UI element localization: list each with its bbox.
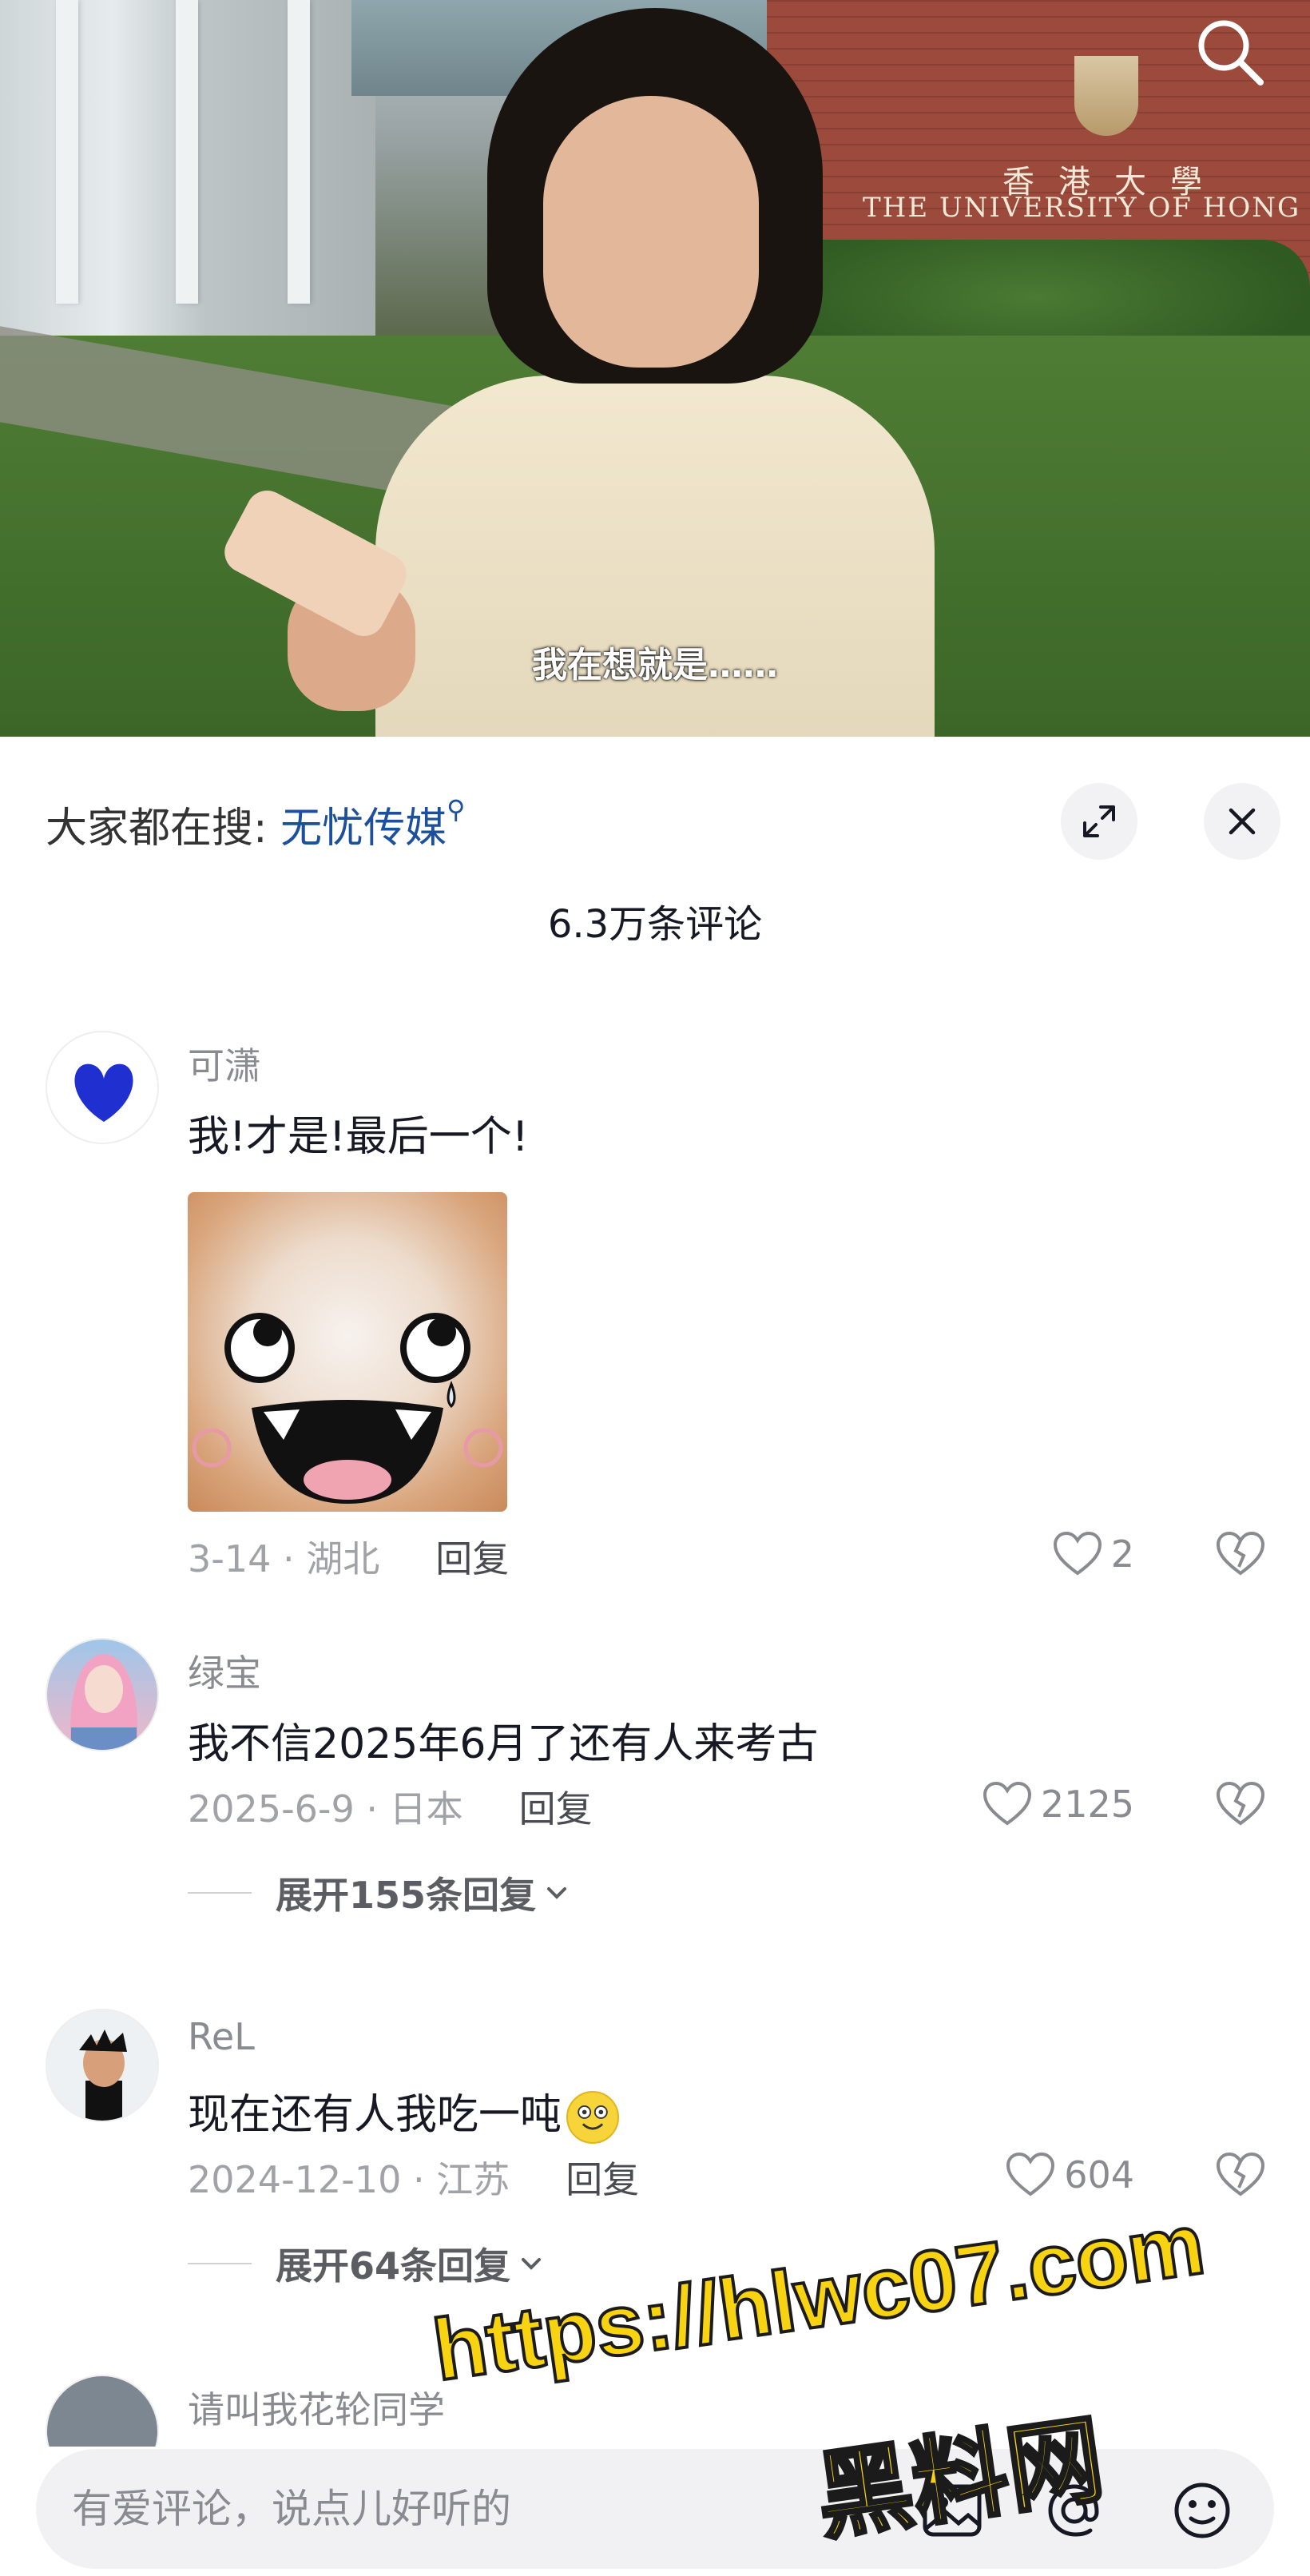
like-count: 2125 — [1040, 1783, 1134, 1826]
comment-date-location: 2025-6-9 · 日本 — [188, 1787, 463, 1831]
emoji-icon[interactable] — [1169, 2477, 1236, 2544]
cat-sticker-image[interactable] — [188, 1192, 507, 1512]
expand-icon[interactable] — [1061, 783, 1137, 860]
like-button[interactable]: 2 — [1052, 1530, 1134, 1578]
comment-text: 现在还有人我吃一吨 — [188, 2081, 620, 2144]
expand-replies-button[interactable]: 展开64条回复 — [188, 2237, 546, 2290]
person-face — [543, 96, 759, 368]
reply-button[interactable]: 回复 — [519, 1787, 593, 1831]
close-icon[interactable] — [1204, 783, 1280, 860]
comment-meta: 2025-6-9 · 日本 回复 — [188, 1780, 593, 1833]
like-button[interactable]: 604 — [1005, 2151, 1134, 2199]
chevron-down-icon — [522, 2258, 542, 2270]
chevron-down-icon — [547, 1887, 567, 1899]
expand-replies-button[interactable]: 展开155条回复 — [188, 1866, 571, 1919]
hot-search-term[interactable]: 无忧传媒 — [280, 805, 447, 853]
comment-text-body: 现在还有人我吃一吨 — [188, 2091, 562, 2139]
heart-icon — [982, 1781, 1031, 1826]
avatar[interactable] — [46, 2375, 159, 2447]
video-subtitle: 我在想就是…… — [532, 645, 778, 686]
comment-count: 6.3万条评论 — [547, 902, 763, 947]
comment-item: 可潇 我!才是!最后一个! 3-14 · 湖北 回复 2 — [0, 1031, 1310, 1580]
sign-english: THE UNIVERSITY OF HONG — [863, 192, 1301, 224]
university-crest — [1074, 56, 1138, 136]
expand-replies-label: 展开64条回复 — [276, 2244, 511, 2288]
divider-line — [188, 2263, 252, 2264]
like-button[interactable]: 2125 — [982, 1780, 1134, 1828]
comment-username[interactable]: 请叫我花轮同学 — [188, 2381, 445, 2434]
reply-button[interactable]: 回复 — [566, 2158, 639, 2201]
hot-search-prefix: 大家都在搜: — [46, 805, 268, 853]
like-count: 604 — [1064, 2153, 1134, 2196]
comment-text: 我不信2025年6月了还有人来考古 — [188, 1720, 819, 1768]
comment-item: 绿宝 我不信2025年6月了还有人来考古 2025-6-9 · 日本 回复 212… — [0, 1638, 1310, 1926]
video-player[interactable]: 香港大學 THE UNIVERSITY OF HONG 我在想就是…… — [0, 0, 1310, 737]
avatar[interactable] — [46, 2009, 159, 2122]
heart-icon — [1006, 2152, 1055, 2196]
search-small-icon: ⚲ — [447, 794, 466, 825]
comment-input[interactable] — [72, 2449, 871, 2569]
building-background — [0, 0, 375, 336]
smile-emoji-icon — [566, 2091, 620, 2144]
dislike-icon[interactable] — [1215, 1530, 1266, 1578]
heart-icon — [1053, 1531, 1102, 1576]
comment-username[interactable]: ReL — [188, 2015, 255, 2058]
comment-date-location: 3-14 · 湖北 — [188, 1537, 380, 1580]
comment-username[interactable]: 绿宝 — [188, 1644, 261, 1697]
avatar[interactable] — [46, 1031, 159, 1144]
hot-search[interactable]: 大家都在搜: 无忧传媒⚲ — [46, 794, 466, 854]
like-count: 2 — [1110, 1532, 1134, 1576]
comment-text: 我!才是!最后一个! — [188, 1113, 529, 1161]
comment-date-location: 2024-12-10 · 江苏 — [188, 2158, 510, 2201]
search-icon[interactable] — [1190, 12, 1270, 92]
dislike-icon[interactable] — [1215, 1780, 1266, 1828]
comment-username[interactable]: 可潇 — [188, 1037, 261, 1090]
reply-button[interactable]: 回复 — [435, 1537, 509, 1580]
avatar[interactable] — [46, 1638, 159, 1751]
expand-replies-label: 展开155条回复 — [276, 1874, 537, 1917]
divider-line — [188, 1892, 252, 1894]
comment-item: 请叫我花轮同学 — [0, 2375, 1310, 2447]
dislike-icon[interactable] — [1215, 2151, 1266, 2199]
comment-meta: 3-14 · 湖北 回复 — [188, 1530, 509, 1583]
comment-meta: 2024-12-10 · 江苏 回复 — [188, 2151, 639, 2204]
